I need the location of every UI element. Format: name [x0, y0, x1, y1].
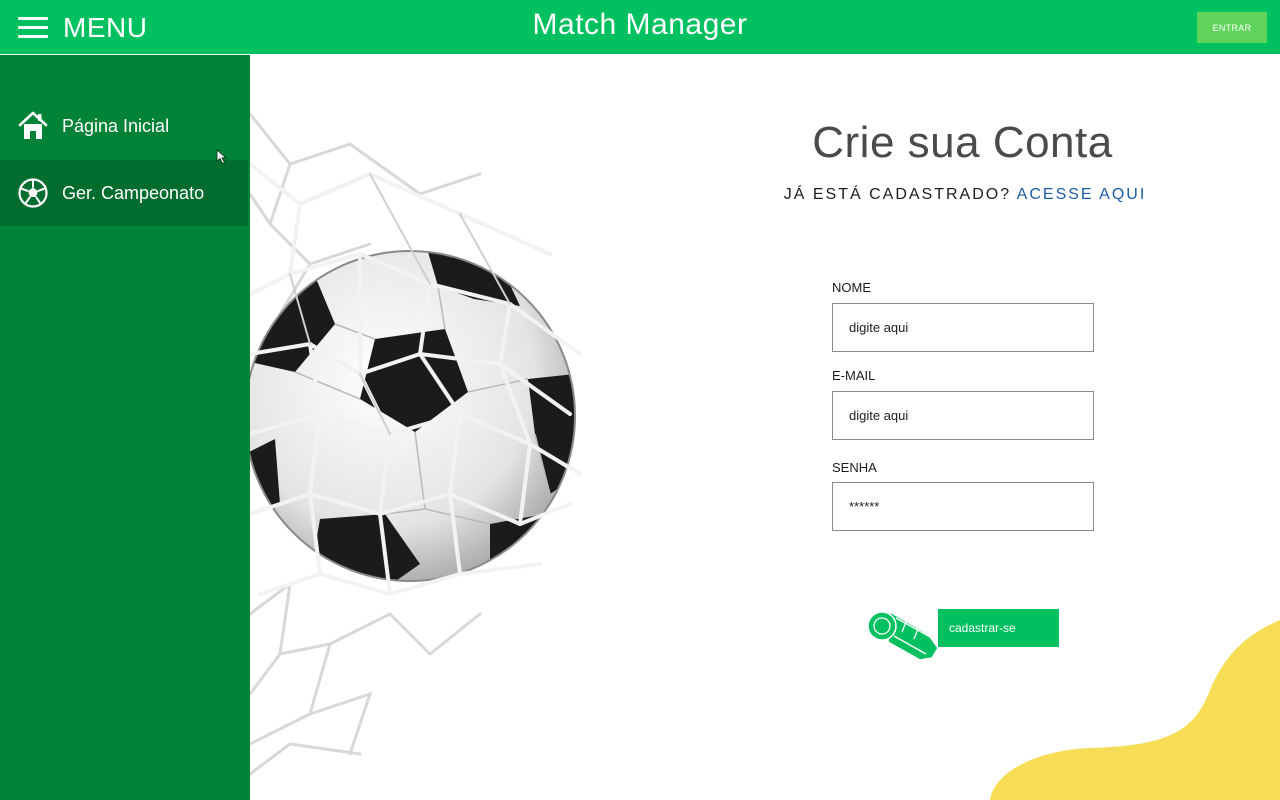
login-button[interactable]: ENTRAR: [1197, 12, 1267, 43]
email-field[interactable]: [832, 391, 1094, 440]
signin-link[interactable]: ACESSE AQUI: [1017, 186, 1147, 203]
password-field[interactable]: [832, 482, 1094, 531]
signin-prompt-row: JÁ ESTÁ CADASTRADO? ACESSE AQUI: [740, 186, 1190, 204]
email-label: E-MAIL: [832, 368, 876, 383]
sidebar-item-championship[interactable]: Ger. Campeonato: [0, 160, 248, 226]
sidebar-item-home[interactable]: Página Inicial: [0, 93, 248, 159]
name-field[interactable]: [832, 303, 1094, 352]
password-label: SENHA: [832, 460, 877, 475]
name-label: NOME: [832, 280, 871, 295]
home-icon: [18, 111, 48, 139]
page-title: Crie sua Conta: [812, 118, 1113, 167]
register-button-bar[interactable]: cadastrar-se: [938, 609, 1059, 647]
register-button[interactable]: cadastrar-se: [866, 598, 1066, 662]
app-title: Match Manager: [532, 8, 748, 41]
signin-prompt: JÁ ESTÁ CADASTRADO?: [783, 186, 1012, 203]
soccer-ball-icon: [18, 178, 48, 208]
whistle-icon: [867, 599, 939, 661]
top-bar: MENU Match Manager ENTRAR: [0, 0, 1280, 54]
hero-soccer-ball-image: [250, 54, 650, 800]
mouse-cursor-icon: [216, 149, 228, 165]
sidebar-item-label: Ger. Campeonato: [62, 182, 205, 203]
register-button-label: cadastrar-se: [949, 621, 1016, 635]
sidebar-item-label: Página Inicial: [62, 115, 170, 136]
